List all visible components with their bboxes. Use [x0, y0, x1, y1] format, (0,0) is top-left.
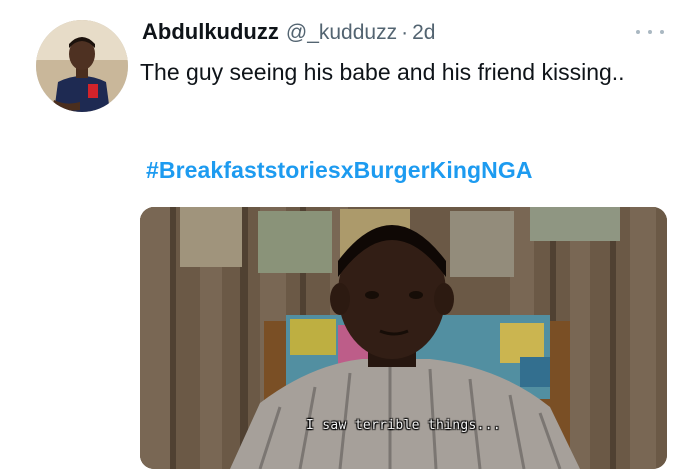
hashtag-link[interactable]: #BreakfaststoriesxBurgerKingNGA	[146, 157, 533, 184]
more-dot	[636, 30, 640, 34]
user-handle[interactable]: @_kudduzz	[286, 21, 397, 45]
avatar[interactable]	[36, 20, 128, 112]
more-dot	[648, 30, 652, 34]
tweet-media[interactable]: I saw terrible things...	[140, 207, 667, 469]
tweet-text: The guy seeing his babe and his friend k…	[140, 59, 625, 85]
tweet-card[interactable]: Abdulkuduzz @_kudduzz · 2d The guy seein…	[0, 0, 700, 469]
timestamp[interactable]: 2d	[412, 21, 435, 45]
more-dot	[660, 30, 664, 34]
more-horizontal-icon[interactable]	[636, 24, 664, 40]
tweet-header: Abdulkuduzz @_kudduzz · 2d	[142, 19, 435, 45]
separator-dot: ·	[401, 21, 409, 44]
display-name[interactable]: Abdulkuduzz	[142, 19, 279, 45]
video-subtitle: I saw terrible things...	[305, 418, 502, 433]
avatar-image	[36, 20, 128, 112]
